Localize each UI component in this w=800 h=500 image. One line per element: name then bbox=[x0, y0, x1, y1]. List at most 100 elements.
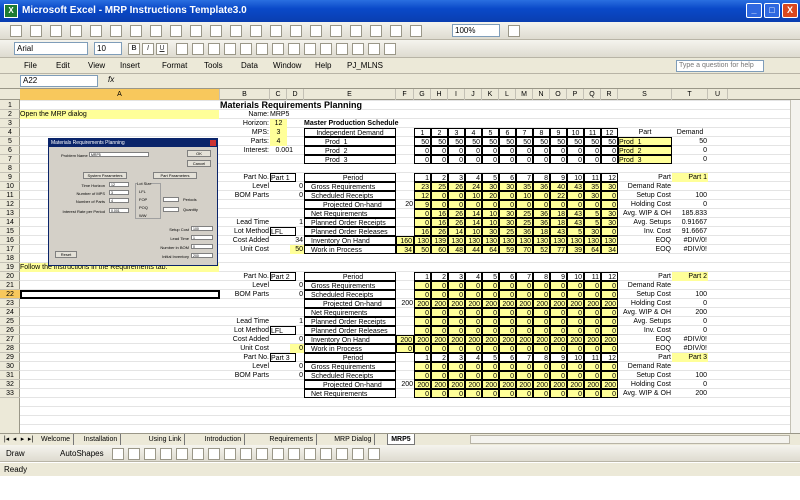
hyperlink-icon[interactable] bbox=[310, 25, 322, 37]
underline-button[interactable]: U bbox=[156, 43, 168, 55]
align-right-icon[interactable] bbox=[208, 43, 220, 55]
close-button[interactable]: X bbox=[782, 3, 798, 18]
column-header-q[interactable]: Q bbox=[584, 89, 601, 100]
oval-icon[interactable] bbox=[160, 448, 172, 460]
tab-nav-last-icon[interactable]: ▸| bbox=[27, 435, 34, 444]
row-header-21[interactable]: 21 bbox=[0, 281, 20, 290]
column-header-m[interactable]: M bbox=[516, 89, 533, 100]
menu-pj-mlns[interactable]: PJ_MLNS bbox=[347, 61, 383, 70]
column-header-n[interactable]: N bbox=[533, 89, 550, 100]
row-header-27[interactable]: 27 bbox=[0, 335, 20, 344]
font-color-icon[interactable] bbox=[288, 448, 300, 460]
minimize-button[interactable]: _ bbox=[746, 3, 762, 18]
maximize-button[interactable]: □ bbox=[764, 3, 780, 18]
sheet-tab-mrp-dialog[interactable]: MRP Dialog bbox=[331, 434, 376, 445]
align-center-icon[interactable] bbox=[192, 43, 204, 55]
sheet-tab-welcome[interactable]: Welcome bbox=[38, 434, 75, 445]
row-header-22[interactable]: 22 bbox=[0, 290, 20, 299]
copy-icon[interactable] bbox=[210, 25, 222, 37]
3d-icon[interactable] bbox=[368, 448, 380, 460]
row-header-11[interactable]: 11 bbox=[0, 191, 20, 200]
sheet-tab-mrp5[interactable]: MRP5 bbox=[387, 434, 415, 445]
email-icon[interactable] bbox=[90, 25, 102, 37]
chart-wizard-icon[interactable] bbox=[390, 25, 402, 37]
merge-center-icon[interactable] bbox=[224, 43, 236, 55]
menu-edit[interactable]: Edit bbox=[56, 61, 70, 70]
worksheet-grid[interactable]: Materials Requirements Planning Open the … bbox=[20, 100, 790, 433]
row-header-6[interactable]: 6 bbox=[0, 146, 20, 155]
arrow-style-icon[interactable] bbox=[336, 448, 348, 460]
cut-icon[interactable] bbox=[190, 25, 202, 37]
dash-style-icon[interactable] bbox=[320, 448, 332, 460]
fx-icon[interactable]: fx bbox=[108, 75, 114, 84]
row-header-32[interactable]: 32 bbox=[0, 380, 20, 389]
sheet-tab-using-link[interactable]: Using Link bbox=[146, 434, 186, 445]
currency-icon[interactable] bbox=[240, 43, 252, 55]
column-header-o[interactable]: O bbox=[550, 89, 567, 100]
row-header-16[interactable]: 16 bbox=[0, 236, 20, 245]
line-style-icon[interactable] bbox=[304, 448, 316, 460]
column-header-a[interactable]: A bbox=[20, 89, 220, 100]
sheet-tab-introduction[interactable]: Introduction bbox=[202, 434, 246, 445]
help-icon[interactable] bbox=[508, 25, 520, 37]
font-color-icon[interactable] bbox=[384, 43, 396, 55]
menu-help[interactable]: Help bbox=[315, 61, 331, 70]
periods-field[interactable] bbox=[163, 197, 179, 202]
row-header-30[interactable]: 30 bbox=[0, 362, 20, 371]
lot-option[interactable]: LFL bbox=[139, 189, 146, 194]
row-header-12[interactable]: 12 bbox=[0, 200, 20, 209]
row-header-1[interactable]: 1 bbox=[0, 101, 20, 110]
column-header-u[interactable]: U bbox=[708, 89, 728, 100]
diagram-icon[interactable] bbox=[208, 448, 220, 460]
column-header-h[interactable]: H bbox=[431, 89, 448, 100]
tab-nav-next-icon[interactable]: ▸ bbox=[19, 435, 26, 444]
row-header-14[interactable]: 14 bbox=[0, 218, 20, 227]
rectangle-icon[interactable] bbox=[144, 448, 156, 460]
menu-file[interactable]: File bbox=[24, 61, 37, 70]
italic-button[interactable]: I bbox=[142, 43, 154, 55]
print-icon[interactable] bbox=[110, 25, 122, 37]
row-header-29[interactable]: 29 bbox=[0, 353, 20, 362]
zoom-select[interactable]: 100% bbox=[452, 24, 500, 37]
tab-nav-first-icon[interactable]: |◂ bbox=[3, 435, 10, 444]
column-header-k[interactable]: K bbox=[482, 89, 499, 100]
row-header-15[interactable]: 15 bbox=[0, 227, 20, 236]
comma-icon[interactable] bbox=[272, 43, 284, 55]
row-header-5[interactable]: 5 bbox=[0, 137, 20, 146]
align-left-icon[interactable] bbox=[176, 43, 188, 55]
menu-tools[interactable]: Tools bbox=[204, 61, 223, 70]
column-header-b[interactable]: B bbox=[220, 89, 270, 100]
spelling-icon[interactable] bbox=[150, 25, 162, 37]
sort-asc-icon[interactable] bbox=[350, 25, 362, 37]
line-color-icon[interactable] bbox=[272, 448, 284, 460]
font-select[interactable]: Arial bbox=[14, 42, 88, 55]
quantity-field[interactable] bbox=[163, 207, 179, 212]
column-header-j[interactable]: J bbox=[465, 89, 482, 100]
row-header-8[interactable]: 8 bbox=[0, 164, 20, 173]
row-header-9[interactable]: 9 bbox=[0, 173, 20, 182]
line-icon[interactable] bbox=[112, 448, 124, 460]
sheet-tab-installation[interactable]: Installation bbox=[81, 434, 122, 445]
name-box[interactable]: A22 bbox=[20, 75, 98, 87]
row-header-4[interactable]: 4 bbox=[0, 128, 20, 137]
column-header-g[interactable]: G bbox=[414, 89, 431, 100]
column-header-p[interactable]: P bbox=[567, 89, 584, 100]
permission-icon[interactable] bbox=[70, 25, 82, 37]
row-header-28[interactable]: 28 bbox=[0, 344, 20, 353]
row-header-24[interactable]: 24 bbox=[0, 308, 20, 317]
tab-nav-prev-icon[interactable]: ◂ bbox=[11, 435, 18, 444]
menu-data[interactable]: Data bbox=[241, 61, 258, 70]
sheet-tab-requirements[interactable]: Requirements bbox=[266, 434, 317, 445]
row-header-20[interactable]: 20 bbox=[0, 272, 20, 281]
horizontal-scrollbar[interactable] bbox=[470, 435, 790, 444]
percent-icon[interactable] bbox=[256, 43, 268, 55]
column-header-r[interactable]: R bbox=[601, 89, 618, 100]
lot-option[interactable]: POQ bbox=[139, 205, 148, 210]
redo-icon[interactable] bbox=[290, 25, 302, 37]
save-icon[interactable] bbox=[50, 25, 62, 37]
column-header-s[interactable]: S bbox=[618, 89, 672, 100]
selected-cell-a22[interactable] bbox=[20, 290, 220, 299]
column-header-t[interactable]: T bbox=[672, 89, 708, 100]
row-header-3[interactable]: 3 bbox=[0, 119, 20, 128]
row-header-25[interactable]: 25 bbox=[0, 317, 20, 326]
